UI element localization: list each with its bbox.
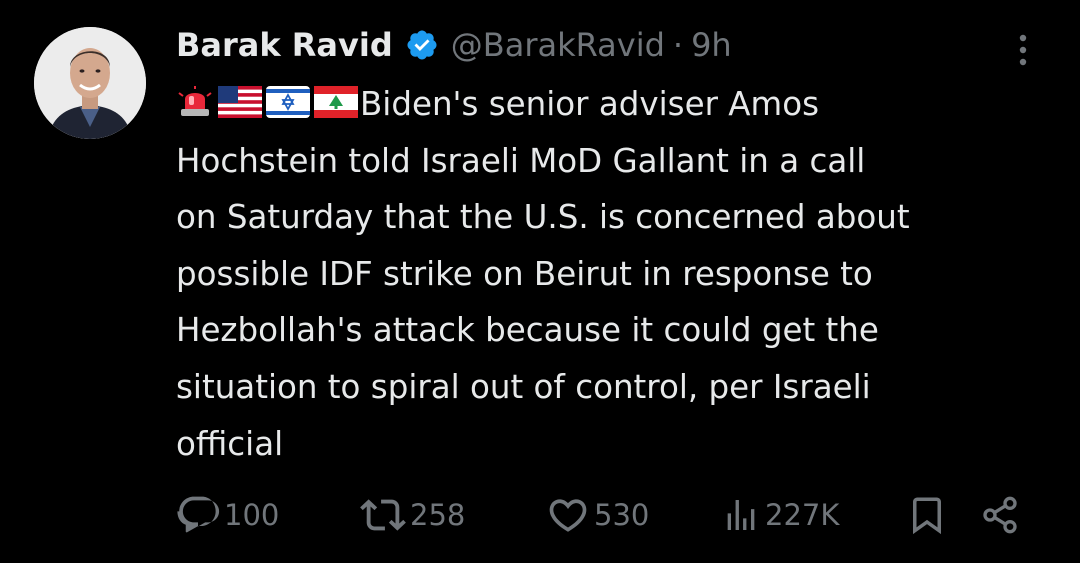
views-chart-icon [727, 500, 755, 530]
author-handle[interactable]: @BarakRavid [451, 26, 665, 64]
views-count: 227K [765, 498, 840, 532]
views-button[interactable]: 227K [721, 490, 839, 540]
tweet-content: Barak Ravid @BarakRavid · 9h Biden's sen… [176, 20, 1056, 472]
tweet-time[interactable]: 9h [691, 26, 732, 64]
bookmark-icon [913, 497, 941, 535]
more-options-icon[interactable] [1013, 32, 1033, 72]
share-button[interactable] [980, 490, 1020, 540]
verified-badge-icon[interactable] [405, 28, 439, 62]
avatar[interactable] [34, 27, 146, 139]
tweet-line: Hezbollah's attack because it could get … [176, 311, 879, 350]
police-light-icon [178, 86, 212, 116]
heart-icon [549, 499, 587, 532]
tweet-line: situation to spiral out of control, per … [176, 367, 871, 406]
repost-icon [360, 499, 406, 531]
author-name[interactable]: Barak Ravid [176, 26, 393, 64]
repost-count: 258 [410, 498, 466, 532]
separator-dot: · [672, 26, 684, 64]
tweet-text: Biden's senior adviser Amos Hochstein to… [176, 76, 1056, 472]
tweet-line: Biden's senior adviser Amos [360, 85, 820, 123]
like-button[interactable]: 530 [546, 490, 649, 540]
tweet-header: Barak Ravid @BarakRavid · 9h [176, 20, 1056, 70]
tweet-line: Hochstein told Israeli MoD Gallant in a … [176, 141, 866, 180]
tweet-line: possible IDF strike on Beirut in respons… [176, 254, 873, 293]
like-count: 530 [594, 498, 650, 532]
repost-button[interactable]: 258 [360, 490, 465, 540]
bookmark-button[interactable] [906, 490, 948, 540]
flag-us-icon [218, 86, 262, 118]
action-bar: 100 258 530 227K [176, 490, 1036, 540]
reply-icon [177, 496, 220, 533]
tweet-line: on Saturday that the U.S. is concerned a… [176, 198, 910, 237]
tweet-line: official [176, 424, 284, 463]
flag-lebanon-icon [314, 86, 358, 118]
share-icon [983, 496, 1017, 534]
tweet[interactable]: Barak Ravid @BarakRavid · 9h Biden's sen… [0, 0, 1080, 563]
reply-count: 100 [224, 498, 280, 532]
emoji-group [176, 83, 358, 121]
flag-israel-icon [266, 86, 310, 118]
reply-button[interactable]: 100 [176, 490, 279, 540]
